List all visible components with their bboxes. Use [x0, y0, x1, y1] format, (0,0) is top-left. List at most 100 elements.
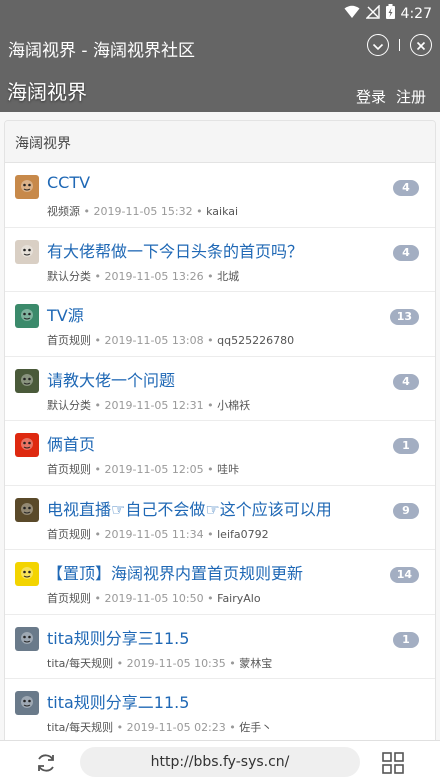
register-link[interactable]: 注册 — [396, 86, 426, 107]
meta-separator: • — [94, 527, 105, 541]
collapse-button[interactable] — [366, 34, 389, 56]
topic-time: 2019-11-05 15:32 — [93, 205, 193, 218]
topic-category[interactable]: tita/每天规则 — [47, 721, 113, 734]
topic-meta: 首页规则 • 2019-11-05 12:05 • 哇咔 — [47, 461, 239, 477]
avatar[interactable] — [15, 626, 39, 651]
topic-title[interactable]: CCTV — [47, 173, 90, 192]
meta-separator: • — [229, 656, 240, 670]
topic-author[interactable]: 小棉袄 — [217, 399, 250, 412]
close-button[interactable] — [410, 34, 432, 56]
topic-list: CCTV 视频源 • 2019-11-05 15:32 • kaikai 4 有… — [5, 163, 435, 740]
topic-title[interactable]: 请教大佬一个问题 — [47, 367, 175, 391]
topic-category[interactable]: 首页规则 — [47, 592, 91, 605]
meta-separator: • — [207, 269, 218, 283]
section-title: 海阔视界 — [5, 121, 435, 163]
cartoon-avatar-icon — [15, 309, 39, 328]
reload-button[interactable] — [34, 751, 58, 775]
status-icons: 4:27 — [344, 3, 432, 23]
topic-author[interactable]: 蒙林宝 — [239, 657, 272, 670]
meta-separator: • — [196, 205, 207, 218]
topic-title[interactable]: 俩首页 — [47, 431, 95, 455]
reply-count-badge: 13 — [389, 309, 419, 325]
meta-separator: • — [83, 205, 94, 218]
topic-category[interactable]: 首页规则 — [47, 528, 91, 541]
topic-category[interactable]: 首页规则 — [47, 334, 91, 347]
topic-author[interactable]: kaikai — [206, 205, 238, 218]
grid-icon — [382, 752, 404, 778]
topic-time: 2019-11-05 10:50 — [104, 592, 204, 605]
meta-separator: • — [94, 398, 105, 412]
browser-title-bar: 海阔视界 - 海阔视界社区 — [0, 24, 440, 70]
topic-author[interactable]: qq525226780 — [217, 334, 294, 347]
face-avatar-icon — [15, 502, 39, 522]
character-avatar-icon — [15, 696, 39, 715]
topic-category[interactable]: 默认分类 — [47, 270, 91, 283]
meta-separator: • — [94, 592, 105, 605]
sunglasses-avatar-icon — [15, 180, 39, 199]
meta-separator: • — [207, 463, 218, 476]
topic-time: 2019-11-05 12:05 — [104, 463, 204, 476]
title-controls — [366, 34, 432, 56]
dark-face-avatar-icon — [15, 373, 39, 393]
windows-button[interactable] — [382, 752, 404, 774]
topic-item[interactable]: 请教大佬一个问题 默认分类 • 2019-11-05 12:31 • 小棉袄 4 — [5, 357, 435, 421]
topic-title[interactable]: 【置顶】海阔视界内置首页规则更新 — [47, 560, 303, 584]
yellow-clock-avatar-icon — [15, 567, 39, 586]
avatar[interactable] — [15, 691, 39, 715]
topic-author[interactable]: FairyAlo — [217, 592, 260, 605]
topic-item[interactable]: TV源 首页规则 • 2019-11-05 13:08 • qq52522678… — [5, 292, 435, 357]
reply-count-badge: 1 — [393, 438, 419, 454]
topic-item[interactable]: 电视直播☞自己不会做☞这个应该可以用 首页规则 • 2019-11-05 11:… — [5, 486, 435, 550]
control-divider — [398, 39, 400, 51]
avatar[interactable] — [15, 239, 39, 264]
avatar[interactable] — [15, 368, 39, 393]
topic-category[interactable]: tita/每天规则 — [47, 657, 113, 670]
topic-title[interactable]: 有大佬帮做一下今日头条的首页吗？ — [47, 238, 303, 262]
avatar[interactable] — [15, 175, 39, 199]
battery-icon — [385, 4, 395, 23]
url-bar[interactable]: http://bbs.fy-sys.cn/ — [80, 747, 360, 777]
topic-title[interactable]: 电视直播☞自己不会做☞这个应该可以用 — [47, 496, 332, 520]
refresh-icon — [34, 754, 58, 779]
forum-content[interactable]: 海阔视界 CCTV 视频源 • 2019-11-05 15:32 • kaika… — [0, 112, 440, 740]
wifi-icon — [344, 5, 360, 23]
avatar[interactable] — [15, 433, 39, 457]
topic-meta: 首页规则 • 2019-11-05 10:50 • FairyAlo — [47, 590, 261, 606]
page-title: 海阔视界 - 海阔视界社区 — [8, 41, 195, 61]
meta-separator: • — [207, 592, 218, 605]
topic-author[interactable]: leifa0792 — [217, 528, 269, 541]
meta-separator: • — [94, 269, 105, 283]
reply-count-badge: 14 — [389, 567, 419, 583]
topic-meta: 默认分类 • 2019-11-05 12:31 • 小棉袄 — [47, 397, 250, 413]
meta-separator: • — [116, 721, 127, 734]
reply-count-badge: 9 — [393, 502, 419, 519]
topic-title[interactable]: TV源 — [47, 302, 84, 326]
browser-bottom-bar: http://bbs.fy-sys.cn/ — [0, 740, 440, 783]
topic-author[interactable]: 北城 — [217, 270, 239, 283]
topic-item[interactable]: tita规则分享二11.5 tita/每天规则 • 2019-11-05 02:… — [5, 679, 435, 740]
topic-category[interactable]: 默认分类 — [47, 399, 91, 412]
avatar[interactable] — [15, 562, 39, 586]
status-bar: 4:27 — [0, 0, 440, 24]
topic-item[interactable]: 有大佬帮做一下今日头条的首页吗？ 默认分类 • 2019-11-05 13:26… — [5, 228, 435, 292]
reply-count-badge: 4 — [393, 244, 419, 261]
topic-category[interactable]: 首页规则 — [47, 463, 91, 476]
meta-separator: • — [207, 334, 218, 347]
topic-title[interactable]: tita规则分享二11.5 — [47, 689, 189, 713]
topic-author[interactable]: 佐手丶 — [239, 721, 272, 734]
site-name[interactable]: 海阔视界 — [7, 76, 87, 105]
topic-item[interactable]: 【置顶】海阔视界内置首页规则更新 首页规则 • 2019-11-05 10:50… — [5, 550, 435, 615]
topic-title[interactable]: tita规则分享三11.5 — [47, 625, 189, 649]
avatar[interactable] — [15, 304, 39, 328]
auth-links: 登录 注册 — [356, 86, 426, 107]
topic-category[interactable]: 视频源 — [47, 205, 80, 218]
topic-list-card: 海阔视界 CCTV 视频源 • 2019-11-05 15:32 • kaika… — [4, 120, 436, 740]
topic-item[interactable]: tita规则分享三11.5 tita/每天规则 • 2019-11-05 10:… — [5, 615, 435, 679]
topic-item[interactable]: 俩首页 首页规则 • 2019-11-05 12:05 • 哇咔 1 — [5, 421, 435, 486]
meta-separator: • — [116, 656, 127, 670]
topic-author[interactable]: 哇咔 — [217, 463, 239, 476]
login-link[interactable]: 登录 — [356, 86, 386, 107]
topic-meta: 首页规则 • 2019-11-05 11:34 • leifa0792 — [47, 526, 269, 542]
topic-item[interactable]: CCTV 视频源 • 2019-11-05 15:32 • kaikai 4 — [5, 163, 435, 228]
avatar[interactable] — [15, 497, 39, 522]
